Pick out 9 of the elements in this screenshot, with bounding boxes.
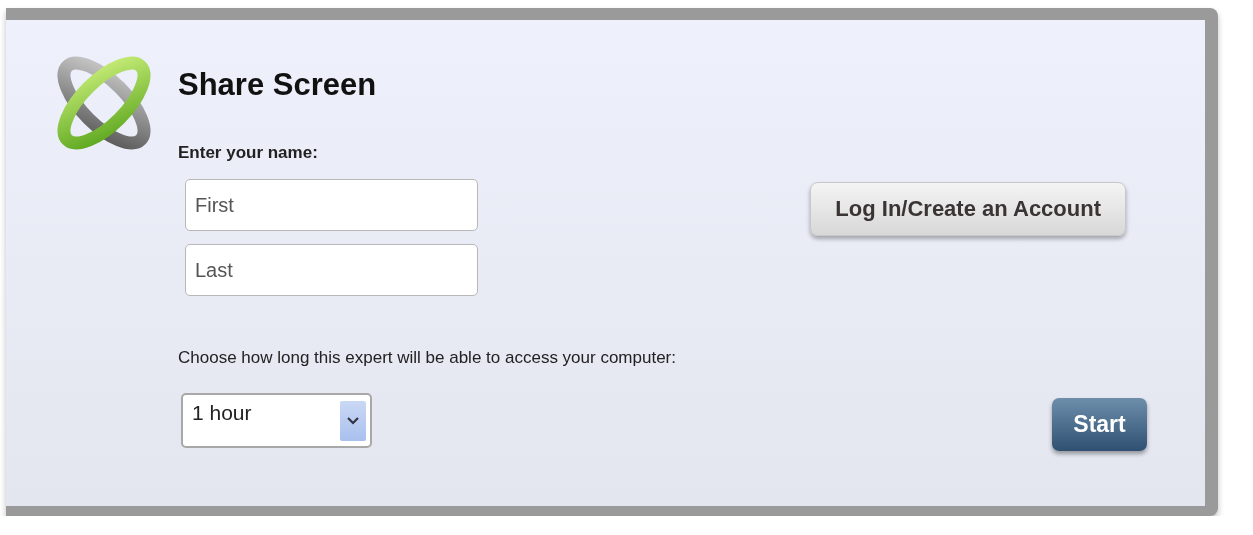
- name-label: Enter your name:: [178, 143, 319, 163]
- start-button[interactable]: Start: [1052, 398, 1147, 451]
- login-button[interactable]: Log In/Create an Account: [810, 182, 1126, 236]
- chevron-down-icon: [347, 417, 359, 425]
- name-input-field[interactable]: Last: [185, 244, 478, 296]
- duration-label: Choose how long this expert will be able to access your computer:: [178, 348, 677, 368]
- dialog-title: Share Screen: [178, 67, 378, 103]
- name-input-field[interactable]: First: [185, 179, 478, 231]
- duration-select[interactable]: 1 hour: [181, 393, 372, 448]
